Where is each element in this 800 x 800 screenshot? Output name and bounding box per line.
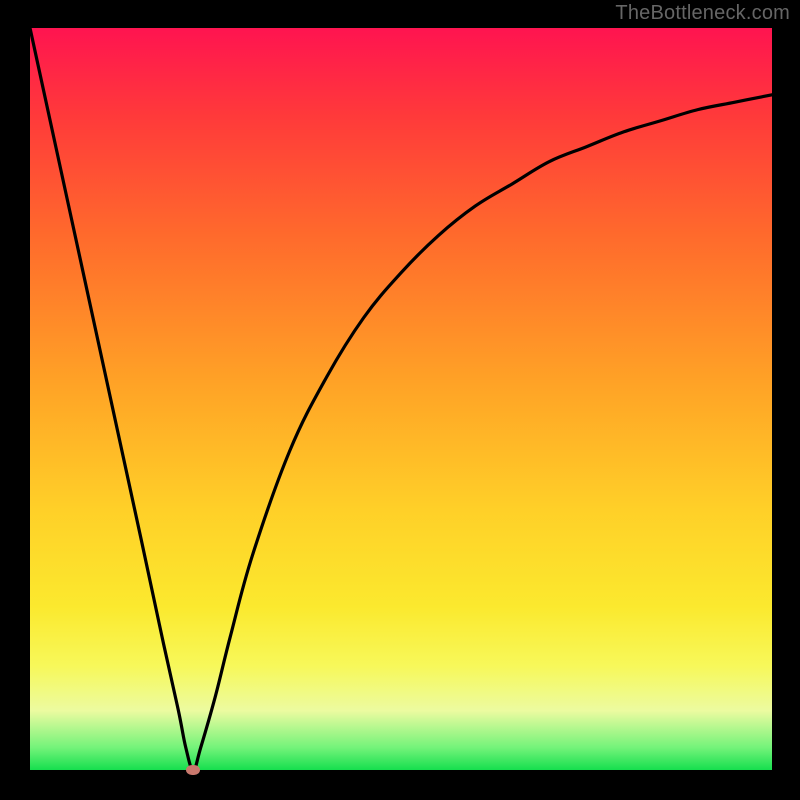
minimum-marker [186, 765, 200, 775]
chart-frame: TheBottleneck.com [0, 0, 800, 800]
plot-area [30, 28, 772, 770]
bottleneck-curve [30, 28, 772, 770]
watermark-text: TheBottleneck.com [615, 2, 790, 25]
